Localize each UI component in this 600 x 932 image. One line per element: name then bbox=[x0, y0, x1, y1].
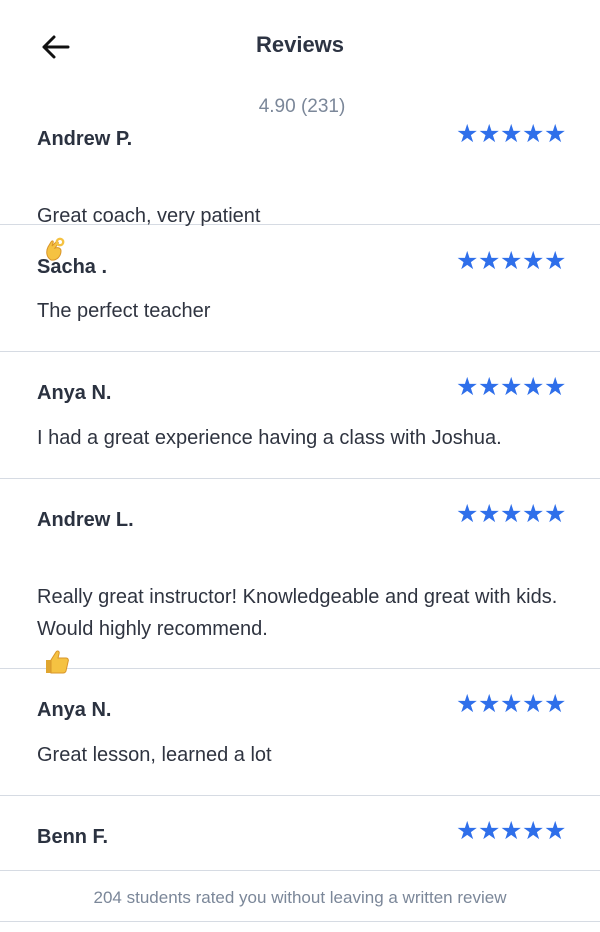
review-item: Andrew P. ★ ★ ★ ★ ★ Great coach, very patien… bbox=[0, 120, 600, 261]
star-icon: ★ bbox=[522, 690, 545, 718]
review-item: Anya N. ★ ★ ★ ★ ★ Great lesson, learned a lo… bbox=[0, 669, 600, 796]
star-icon: ★ bbox=[522, 500, 545, 528]
review-item: Anya N. ★ ★ ★ ★ ★ I had a great experience h… bbox=[0, 352, 600, 479]
review-text: Great lesson, learned a lot bbox=[37, 744, 272, 766]
star-icon: ★ bbox=[456, 690, 479, 718]
star-icon: ★ bbox=[478, 373, 501, 401]
star-icon: ★ bbox=[456, 817, 479, 845]
star-rating: ★ ★ ★ ★ ★ bbox=[456, 690, 567, 718]
page-title: Reviews bbox=[255, 32, 345, 57]
star-icon: ★ bbox=[456, 373, 479, 401]
star-icon: ★ bbox=[478, 817, 501, 845]
star-icon: ★ bbox=[544, 817, 567, 845]
reviewer-name: Benn F. bbox=[37, 826, 109, 848]
star-icon: ★ bbox=[500, 247, 523, 275]
review-text: Really great instructor! Knowledgeable a… bbox=[37, 549, 577, 677]
review-text: The perfect teacher bbox=[37, 300, 211, 322]
star-icon: ★ bbox=[544, 500, 567, 528]
reviewer-name: Andrew P. bbox=[37, 128, 133, 150]
header-bar: Reviews bbox=[0, 0, 600, 92]
review-text-content: Great coach, very patient bbox=[37, 205, 261, 227]
star-icon: ★ bbox=[500, 500, 523, 528]
review-item: Andrew L. ★ ★ ★ ★ ★ Really great instructor!… bbox=[0, 479, 600, 674]
star-icon: ★ bbox=[522, 120, 545, 148]
rating-summary: 4.90 (231) bbox=[258, 96, 346, 117]
star-icon: ★ bbox=[478, 690, 501, 718]
star-icon: ★ bbox=[478, 120, 501, 148]
star-rating: ★ ★ ★ ★ ★ bbox=[456, 373, 567, 401]
star-icon: ★ bbox=[522, 373, 545, 401]
reviewer-name: Anya N. bbox=[37, 699, 112, 721]
star-icon: ★ bbox=[456, 500, 479, 528]
star-icon: ★ bbox=[544, 690, 567, 718]
review-text-content: Really great instructor! Knowledgeable a… bbox=[37, 586, 558, 640]
star-icon: ★ bbox=[478, 247, 501, 275]
star-icon: ★ bbox=[522, 817, 545, 845]
star-icon: ★ bbox=[456, 247, 479, 275]
reviewer-name: Andrew L. bbox=[37, 509, 134, 531]
star-icon: ★ bbox=[500, 817, 523, 845]
star-icon: ★ bbox=[544, 247, 567, 275]
star-icon: ★ bbox=[500, 120, 523, 148]
reviewer-name: Anya N. bbox=[37, 382, 112, 404]
star-icon: ★ bbox=[522, 247, 545, 275]
star-rating: ★ ★ ★ ★ ★ bbox=[456, 817, 567, 845]
star-icon: ★ bbox=[544, 373, 567, 401]
review-item: Sacha . ★ ★ ★ ★ ★ The perfect teacher bbox=[0, 225, 600, 352]
star-rating: ★ ★ ★ ★ ★ bbox=[456, 247, 567, 275]
unwritten-reviews-note: 204 students rated you without leaving a… bbox=[93, 888, 507, 907]
review-item: Benn F. ★ ★ ★ ★ ★ bbox=[0, 796, 600, 870]
star-icon: ★ bbox=[478, 500, 501, 528]
star-icon: ★ bbox=[456, 120, 479, 148]
star-icon: ★ bbox=[500, 373, 523, 401]
star-icon: ★ bbox=[500, 690, 523, 718]
footer-note: 204 students rated you without leaving a… bbox=[0, 870, 600, 922]
reviewer-name: Sacha . bbox=[37, 256, 108, 278]
star-rating: ★ ★ ★ ★ ★ bbox=[456, 500, 567, 528]
review-text: I had a great experience having a class … bbox=[37, 427, 502, 449]
star-icon: ★ bbox=[544, 120, 567, 148]
star-rating: ★ ★ ★ ★ ★ bbox=[456, 120, 567, 148]
